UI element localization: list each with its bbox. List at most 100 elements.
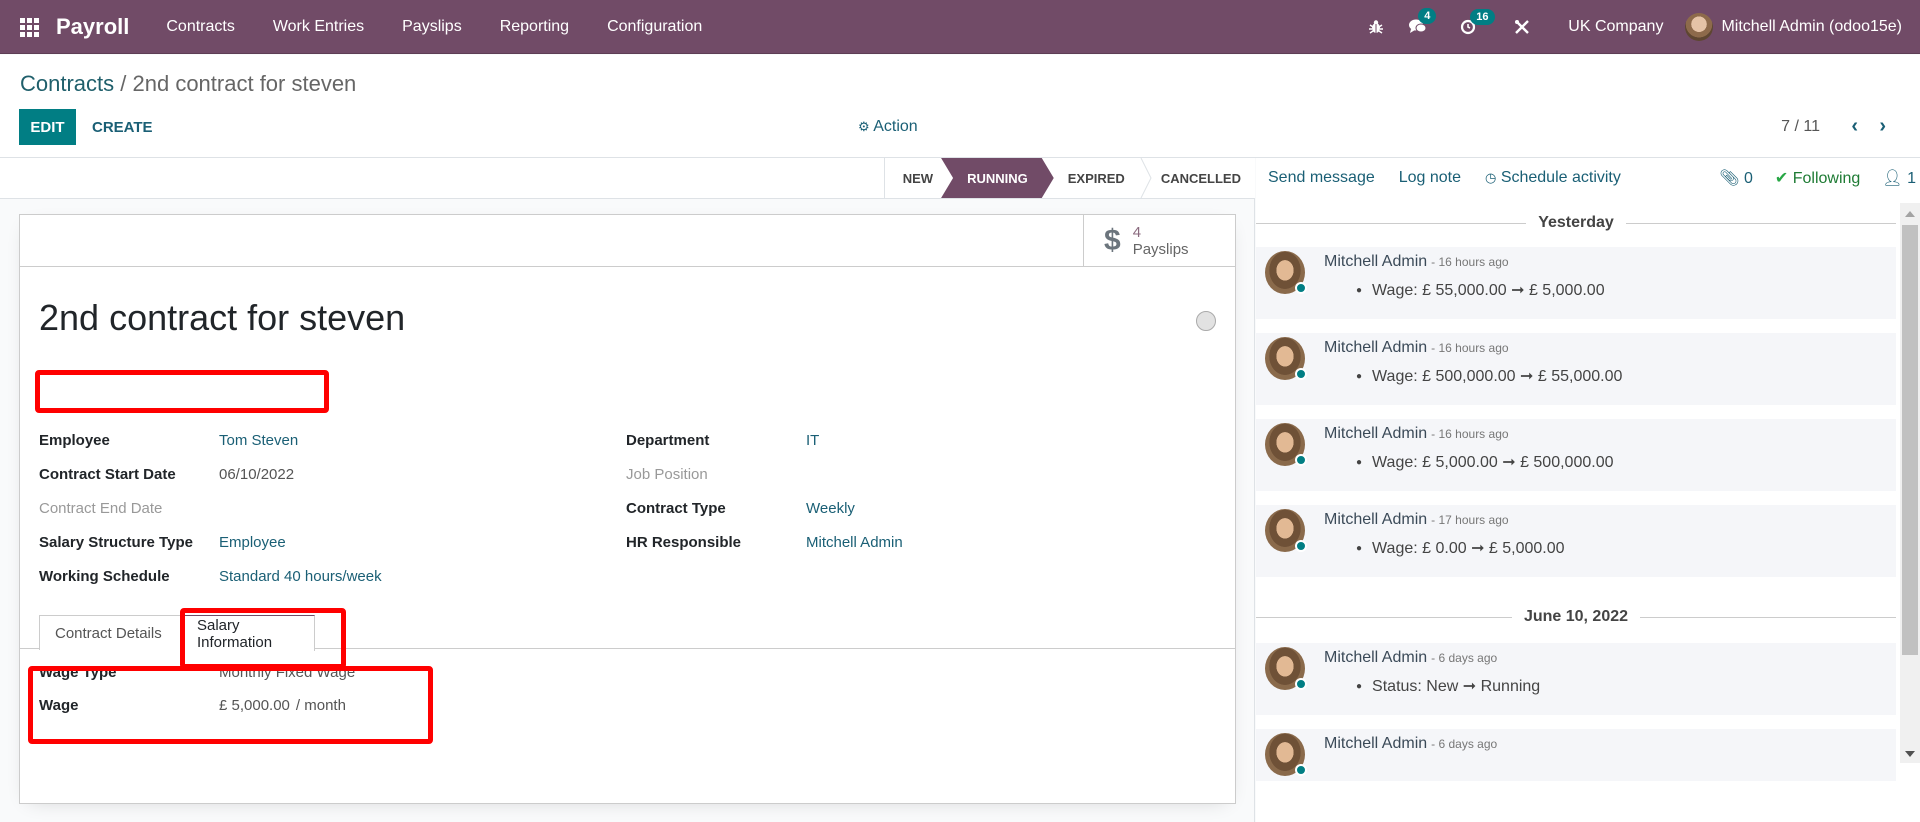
scrollbar-thumb[interactable] — [1902, 225, 1918, 655]
wage-value: £ 5,000.00 — [219, 696, 290, 714]
message-author[interactable]: Mitchell Admin — [1324, 425, 1427, 442]
wage-type-label: Wage Type — [39, 663, 117, 681]
message-author[interactable]: Mitchell Admin — [1324, 253, 1427, 270]
contract-start-date-label: Contract Start Date — [39, 465, 176, 483]
dollar-icon: $ — [1104, 224, 1121, 257]
message-author[interactable]: Mitchell Admin — [1324, 511, 1427, 528]
tools-icon[interactable] — [1514, 19, 1530, 35]
menu-payslips[interactable]: Payslips — [402, 18, 462, 36]
author-avatar[interactable] — [1265, 251, 1307, 294]
create-button[interactable]: CREATE — [92, 109, 153, 145]
debug-bug-icon[interactable] — [1368, 19, 1384, 35]
tracking-value: Wage: £ 500,000.00 ➞ £ 55,000.00 — [1372, 368, 1623, 385]
field-salary-structure-type: Salary Structure Type Employee — [39, 525, 382, 559]
notebook-tabs: Contract Details Salary Information — [20, 609, 1235, 651]
followers-button[interactable]: 👤︎ 1 — [1882, 168, 1916, 188]
message-item: Mitchell Admin - 6 days ago ● Status: New … — [1256, 643, 1896, 715]
bullet-icon: ● — [1356, 284, 1363, 296]
author-avatar[interactable] — [1265, 647, 1307, 690]
author-avatar[interactable] — [1265, 423, 1307, 466]
scroll-up-icon[interactable] — [1905, 211, 1915, 217]
employee-label: Employee — [39, 431, 110, 449]
working-schedule-value[interactable]: Standard 40 hours/week — [219, 568, 382, 585]
wage-unit: / month — [295, 696, 346, 714]
chatter-scrollbar[interactable] — [1900, 203, 1920, 763]
tab-salary-information[interactable]: Salary Information — [181, 615, 315, 651]
status-cancelled[interactable]: CANCELLED — [1153, 158, 1255, 198]
message-author[interactable]: Mitchell Admin — [1324, 649, 1427, 666]
menu-reporting[interactable]: Reporting — [500, 18, 569, 36]
wage-label: Wage — [39, 696, 79, 714]
message-date: - 16 hours ago — [1431, 255, 1509, 269]
status-separator-icon — [1140, 158, 1152, 198]
top-navbar: Payroll Contracts Work Entries Payslips … — [0, 0, 1920, 54]
contract-end-date-label: Contract End Date — [39, 499, 163, 517]
pager-value[interactable]: 7 / 11 — [1781, 118, 1820, 136]
schedule-activity-button[interactable]: ◷ Schedule activity — [1485, 169, 1621, 187]
online-status-icon — [1295, 678, 1307, 690]
contract-type-value[interactable]: Weekly — [806, 500, 855, 517]
contract-start-date-value: 06/10/2022 — [219, 465, 295, 483]
hr-responsible-label: HR Responsible — [626, 533, 742, 551]
salary-structure-type-value[interactable]: Employee — [219, 534, 286, 551]
log-note-button[interactable]: Log note — [1399, 169, 1461, 187]
status-new[interactable]: NEW — [885, 158, 947, 198]
gear-icon: ⚙ — [858, 119, 870, 134]
department-label: Department — [626, 431, 710, 449]
author-avatar[interactable] — [1265, 337, 1307, 380]
activity-clock-icon[interactable]: 16 — [1460, 8, 1495, 35]
breadcrumb: Contracts / 2nd contract for steven — [20, 71, 356, 97]
author-avatar[interactable] — [1265, 509, 1307, 552]
highlight-employee — [35, 370, 329, 413]
apps-menu-icon[interactable] — [20, 17, 40, 37]
pager-previous-icon[interactable]: ‹ — [1851, 115, 1858, 138]
scroll-down-icon[interactable] — [1905, 751, 1915, 757]
pager-next-icon[interactable]: › — [1879, 115, 1886, 138]
message-item: Mitchell Admin - 16 hours ago ● Wage: £ 50… — [1256, 333, 1896, 405]
bullet-icon: ● — [1356, 456, 1363, 468]
left-field-group: Employee Tom Steven Contract Start Date … — [39, 423, 382, 593]
status-expired[interactable]: EXPIRED — [1048, 158, 1139, 198]
message-item: Mitchell Admin - 16 hours ago ● Wage: £ 5,… — [1256, 419, 1896, 491]
employee-value[interactable]: Tom Steven — [219, 432, 298, 449]
breadcrumb-current: 2nd contract for steven — [132, 71, 357, 96]
control-panel: Contracts / 2nd contract for steven EDIT… — [0, 55, 1920, 158]
check-icon: ✔ — [1774, 170, 1789, 187]
clock-icon: ◷ — [1485, 170, 1497, 185]
tab-contract-details[interactable]: Contract Details — [39, 615, 181, 650]
action-dropdown[interactable]: ⚙ Action — [858, 118, 918, 136]
app-name[interactable]: Payroll — [56, 14, 129, 40]
menu-contracts[interactable]: Contracts — [166, 18, 234, 36]
menu-configuration[interactable]: Configuration — [607, 18, 702, 36]
company-switcher[interactable]: UK Company — [1568, 18, 1663, 36]
following-button[interactable]: ✔ Following — [1775, 168, 1860, 188]
chatter: Send message Log note ◷ Schedule activit… — [1256, 158, 1920, 822]
breadcrumb-contracts[interactable]: Contracts — [20, 71, 114, 96]
kanban-state-toggle[interactable] — [1196, 311, 1216, 331]
author-avatar[interactable] — [1265, 733, 1307, 776]
field-job-position: Job Position — [626, 457, 903, 491]
attachments-button[interactable]: 📎︎ 0 — [1719, 168, 1753, 188]
user-menu[interactable]: Mitchell Admin (odoo15e) — [1685, 12, 1902, 41]
form-sheet: $ 4 Payslips 2nd contract for steven Emp… — [19, 214, 1236, 804]
working-schedule-label: Working Schedule — [39, 567, 170, 585]
breadcrumb-separator: / — [114, 71, 133, 96]
message-author[interactable]: Mitchell Admin — [1324, 735, 1427, 752]
message-date: - 6 days ago — [1431, 737, 1498, 751]
send-message-button[interactable]: Send message — [1268, 169, 1375, 187]
message-author[interactable]: Mitchell Admin — [1324, 339, 1427, 356]
date-separator-label: Yesterday — [1526, 214, 1626, 232]
messaging-icon[interactable]: 4 — [1408, 8, 1437, 35]
payslips-smart-button[interactable]: $ 4 Payslips — [1083, 215, 1235, 267]
contract-type-label: Contract Type — [626, 499, 726, 517]
department-value[interactable]: IT — [806, 432, 819, 449]
edit-button[interactable]: EDIT — [19, 109, 76, 145]
field-contract-end-date: Contract End Date — [39, 491, 382, 525]
right-field-group: Department IT Job Position Contract Type… — [626, 423, 903, 559]
form-view: NEW RUNNING EXPIRED CANCELLED $ 4 Paysli… — [0, 158, 1255, 822]
field-hr-responsible: HR Responsible Mitchell Admin — [626, 525, 903, 559]
menu-work-entries[interactable]: Work Entries — [273, 18, 364, 36]
status-running[interactable]: RUNNING — [941, 158, 1054, 198]
online-status-icon — [1295, 764, 1307, 776]
hr-responsible-value[interactable]: Mitchell Admin — [806, 534, 903, 551]
